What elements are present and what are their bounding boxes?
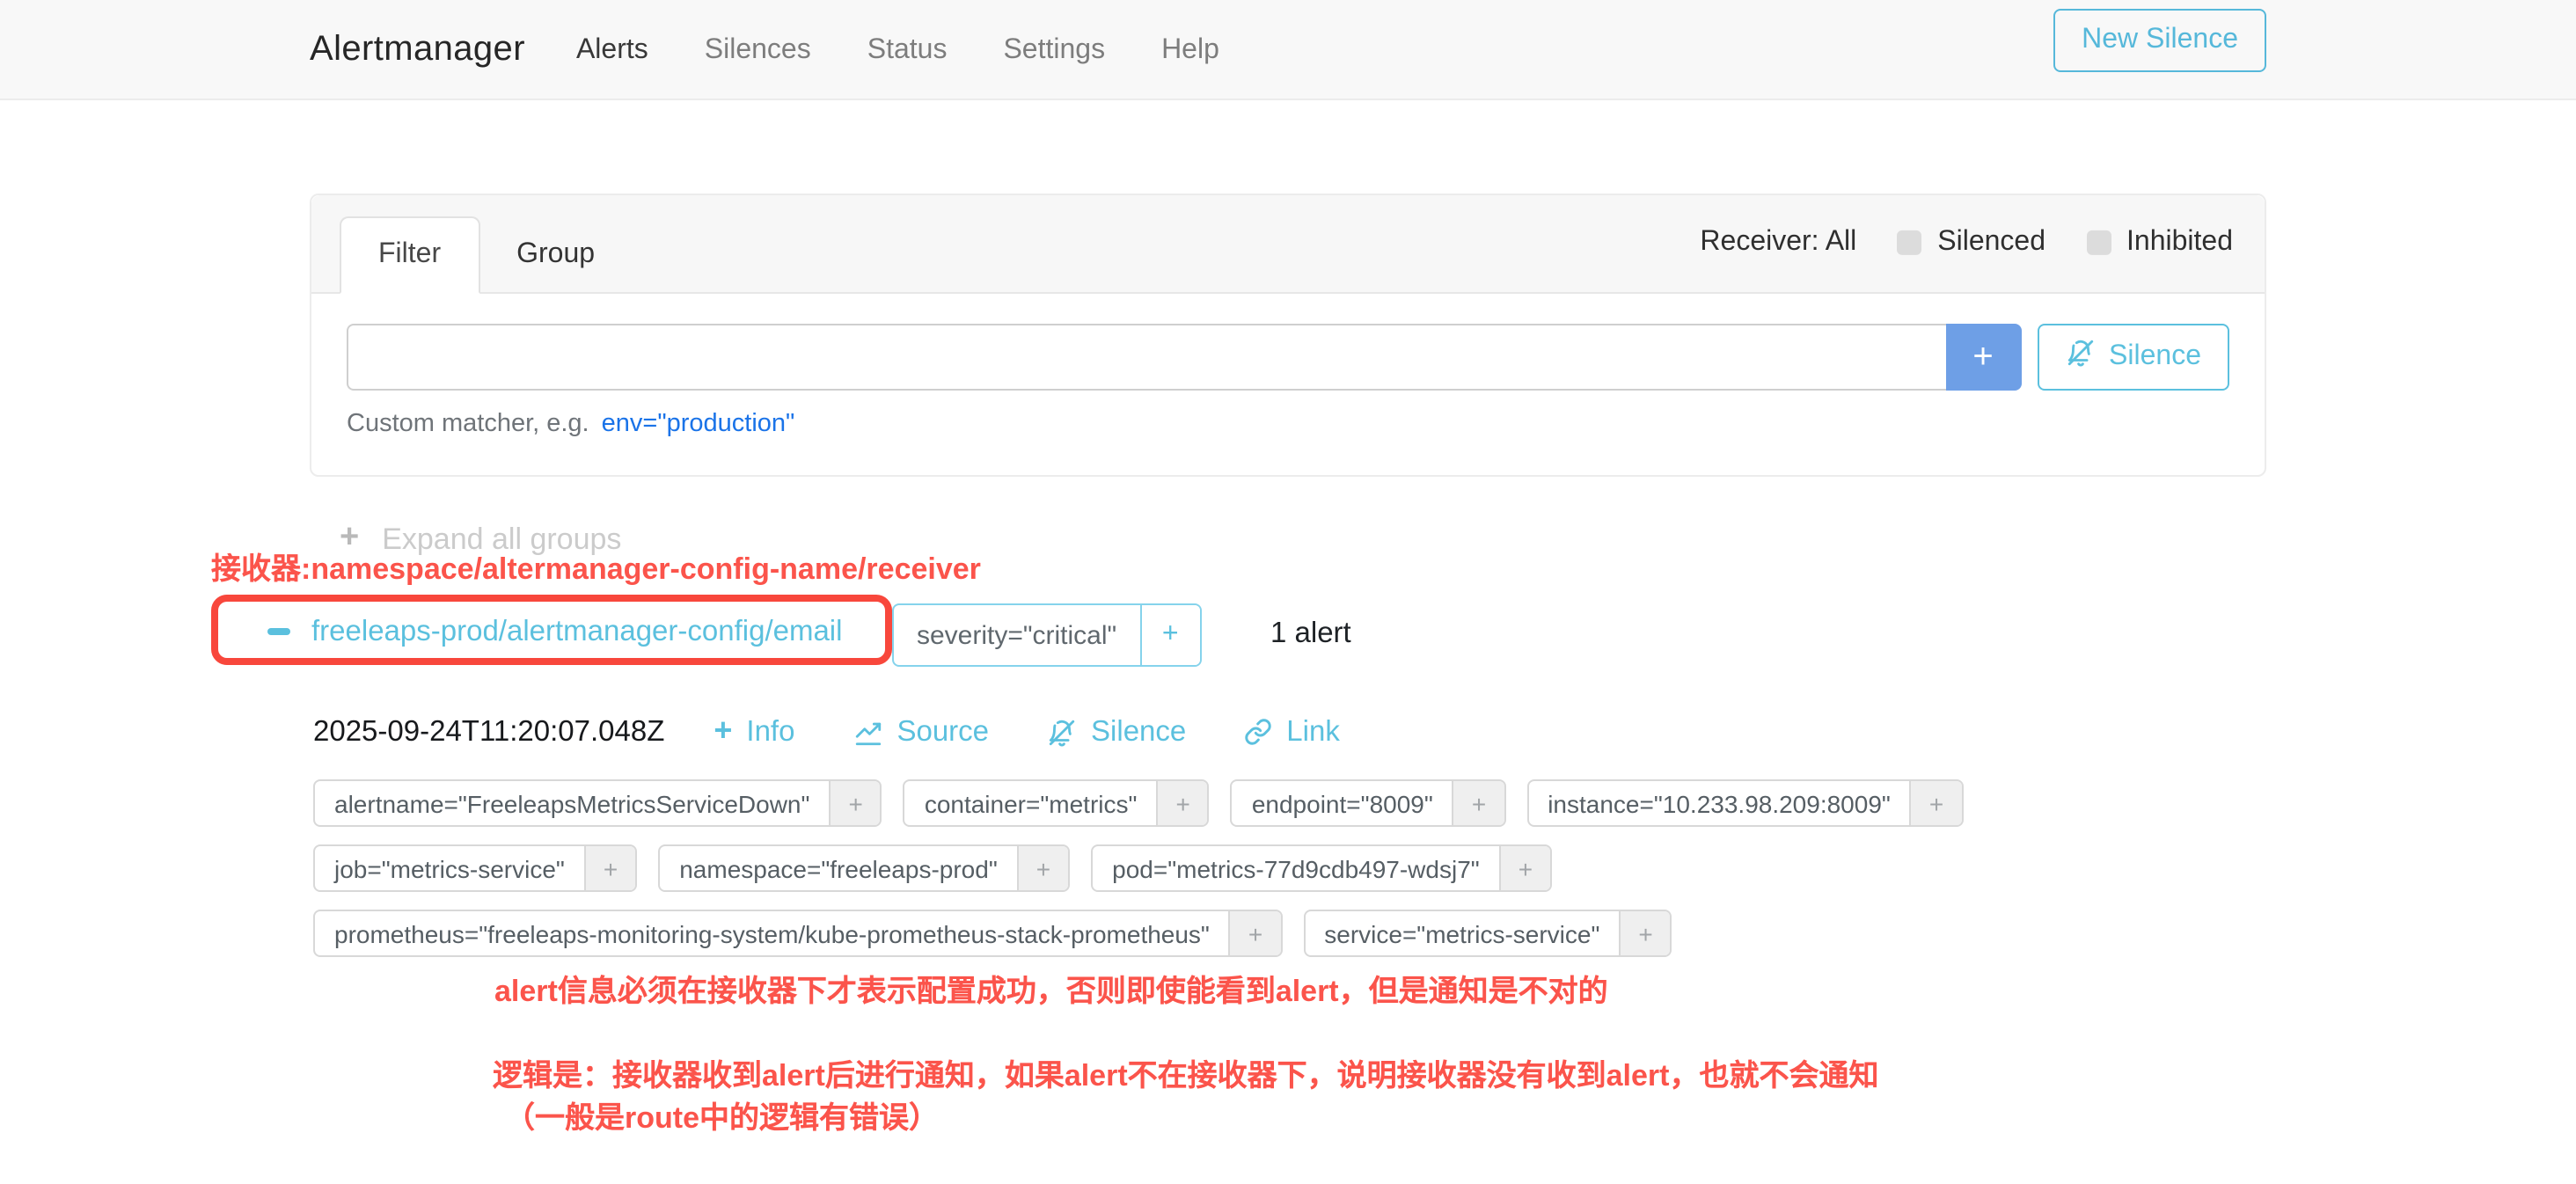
alert-timestamp: 2025-09-24T11:20:07.048Z	[313, 715, 664, 749]
alert-label-chip[interactable]: namespace="freeleaps-prod"+	[658, 844, 1070, 892]
add-matcher-button[interactable]: +	[1945, 324, 2021, 391]
alert-count: 1 alert	[1270, 618, 1351, 651]
matcher-example-link[interactable]: env="production"	[602, 410, 795, 438]
main-nav: Alerts Silences Status Settings Help	[576, 34, 1219, 66]
add-label-filter-button[interactable]: +	[829, 781, 880, 825]
alert-label-text[interactable]: service="metrics-service"	[1305, 911, 1619, 955]
nav-item-status[interactable]: Status	[867, 34, 948, 66]
filter-options: Receiver: All Silenced Inhibited	[1700, 226, 2233, 258]
add-label-filter-button[interactable]: +	[1619, 911, 1670, 955]
alert-source-link[interactable]: Source	[853, 715, 989, 749]
alert-info-button[interactable]: + Info	[714, 714, 794, 749]
alert-label-text[interactable]: pod="metrics-77d9cdb497-wdsj7"	[1093, 846, 1499, 890]
annotation-alert-note: alert信息必须在接收器下才表示配置成功，否则即使能看到alert，但是通知是…	[494, 966, 1608, 1010]
silence-filter-button[interactable]: Silence	[2037, 324, 2229, 391]
nav-item-alerts[interactable]: Alerts	[576, 34, 648, 66]
tab-filter[interactable]: Filter	[340, 216, 479, 294]
link-icon	[1244, 718, 1272, 746]
add-group-matcher-button[interactable]: +	[1139, 605, 1199, 665]
filter-card-header: Filter Group Receiver: All Silenced Inhi…	[311, 195, 2265, 294]
inhibited-checkbox[interactable]	[2086, 230, 2111, 254]
tab-group[interactable]: Group	[479, 218, 632, 292]
plus-icon: +	[714, 713, 732, 749]
alert-label-text[interactable]: namespace="freeleaps-prod"	[660, 846, 1017, 890]
inhibited-checkbox-wrap[interactable]: Inhibited	[2086, 226, 2233, 258]
alert-label-row: job="metrics-service"+namespace="freelea…	[313, 844, 1963, 892]
alert-label-chip[interactable]: alertname="FreeleapsMetricsServiceDown"+	[313, 779, 882, 827]
add-label-filter-button[interactable]: +	[584, 846, 635, 890]
annotation-logic-note2: （一般是route中的逻辑有错误）	[505, 1093, 939, 1136]
alert-label-chip[interactable]: service="metrics-service"+	[1303, 910, 1672, 957]
filter-card-body: + Silence Custom matcher, e.g. env="produ…	[311, 294, 2265, 438]
alert-silence-label: Silence	[1091, 715, 1186, 749]
minus-icon	[267, 629, 290, 635]
nav-item-silences[interactable]: Silences	[705, 34, 811, 66]
alert-label-text[interactable]: alertname="FreeleapsMetricsServiceDown"	[315, 781, 829, 825]
add-label-filter-button[interactable]: +	[1017, 846, 1068, 890]
alert-label-chip[interactable]: instance="10.233.98.209:8009"+	[1526, 779, 1963, 827]
alert-label-text[interactable]: prometheus="freeleaps-monitoring-system/…	[315, 911, 1229, 955]
alert-label-chip[interactable]: endpoint="8009"+	[1231, 779, 1505, 827]
alertmanager-page: Alertmanager Alerts Silences Status Sett…	[0, 0, 2576, 1184]
receiver-group-name: freeleaps-prod/alertmanager-config/email	[311, 615, 843, 648]
chart-line-icon	[853, 717, 882, 747]
bell-slash-icon	[2065, 338, 2095, 376]
alert-label-text[interactable]: endpoint="8009"	[1233, 781, 1453, 825]
alert-header-row: 2025-09-24T11:20:07.048Z + Info Source	[313, 714, 1398, 749]
app-brand[interactable]: Alertmanager	[310, 29, 525, 69]
alert-info-label: Info	[746, 715, 794, 749]
filter-card: Filter Group Receiver: All Silenced Inhi…	[310, 194, 2266, 477]
alert-source-label: Source	[896, 715, 989, 749]
alert-label-chip[interactable]: prometheus="freeleaps-monitoring-system/…	[313, 910, 1282, 957]
alert-label-row: alertname="FreeleapsMetricsServiceDown"+…	[313, 779, 1963, 827]
receiver-filter-dropdown[interactable]: Receiver: All	[1700, 226, 1856, 258]
alert-silence-button[interactable]: Silence	[1047, 715, 1186, 749]
matcher-hint: Custom matcher, e.g. env="production"	[347, 410, 2229, 438]
alert-generator-link[interactable]: Link	[1244, 715, 1340, 749]
inhibited-checkbox-label: Inhibited	[2126, 226, 2233, 258]
annotation-logic-note: 逻辑是：接收器收到alert后进行通知，如果alert不在接收器下，说明接收器没…	[493, 1050, 1878, 1094]
silenced-checkbox-wrap[interactable]: Silenced	[1897, 226, 2045, 258]
matcher-hint-text: Custom matcher, e.g.	[347, 410, 589, 438]
add-label-filter-button[interactable]: +	[1499, 846, 1550, 890]
alert-label-chip[interactable]: container="metrics"+	[904, 779, 1210, 827]
silence-filter-button-label: Silence	[2109, 341, 2201, 373]
add-label-filter-button[interactable]: +	[1229, 911, 1280, 955]
alert-link-label: Link	[1286, 715, 1340, 749]
nav-item-help[interactable]: Help	[1161, 34, 1219, 66]
navbar: Alertmanager Alerts Silences Status Sett…	[0, 0, 2576, 100]
add-label-filter-button[interactable]: +	[1910, 781, 1961, 825]
silenced-checkbox[interactable]	[1897, 230, 1921, 254]
group-matcher-label[interactable]: severity="critical"	[894, 605, 1139, 665]
alert-label-chip[interactable]: job="metrics-service"+	[313, 844, 637, 892]
alert-label-text[interactable]: instance="10.233.98.209:8009"	[1528, 781, 1910, 825]
alert-label-chip[interactable]: pod="metrics-77d9cdb497-wdsj7"+	[1091, 844, 1552, 892]
alert-label-text[interactable]: container="metrics"	[905, 781, 1157, 825]
receiver-group-toggle[interactable]: freeleaps-prod/alertmanager-config/email	[267, 607, 843, 656]
alert-labels: alertname="FreeleapsMetricsServiceDown"+…	[313, 779, 1963, 975]
alert-label-text[interactable]: job="metrics-service"	[315, 846, 584, 890]
new-silence-button[interactable]: New Silence	[2053, 9, 2266, 72]
alert-label-row: prometheus="freeleaps-monitoring-system/…	[313, 910, 1963, 957]
nav-item-settings[interactable]: Settings	[1003, 34, 1105, 66]
annotation-receiver-note: 接收器:namespace/altermanager-config-name/r…	[211, 544, 981, 588]
silenced-checkbox-label: Silenced	[1937, 226, 2045, 258]
matcher-input-group: + Silence	[347, 324, 2229, 391]
group-matcher-chip: severity="critical" +	[892, 603, 1201, 667]
add-label-filter-button[interactable]: +	[1453, 781, 1504, 825]
add-label-filter-button[interactable]: +	[1156, 781, 1207, 825]
matcher-input[interactable]	[347, 324, 1945, 391]
bell-slash-icon	[1047, 717, 1077, 747]
